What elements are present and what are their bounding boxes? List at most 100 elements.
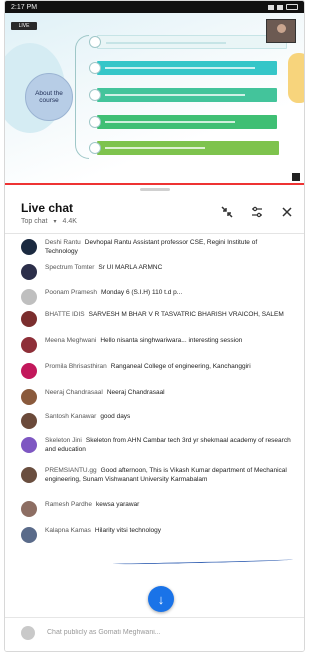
avatar[interactable] xyxy=(21,413,37,429)
avatar[interactable] xyxy=(21,363,37,379)
chat-message[interactable]: Santosh Kanawar good days xyxy=(21,413,291,429)
slide-bullet xyxy=(89,62,101,74)
chat-message-body: Santosh Kanawar good days xyxy=(45,413,291,422)
chat-message-text: Monday 6 (S.I.H) 110 t.d p... xyxy=(101,289,183,296)
fullscreen-icon[interactable] xyxy=(292,173,300,181)
chat-author[interactable]: Skeleton Jini xyxy=(45,437,82,444)
chat-message[interactable]: Poonam Pramesh Monday 6 (S.I.H) 110 t.d p… xyxy=(21,289,291,305)
chat-message-body: PREMSIANTU.gg Good afternoon, This is Vik… xyxy=(45,467,291,485)
video-player[interactable]: About the course LIVE xyxy=(5,13,304,185)
slide-bullet xyxy=(89,89,101,101)
close-icon[interactable] xyxy=(280,205,294,219)
chat-message-text: SARVESH M BHAR V R TASVATRIC BHARISH VRA… xyxy=(88,311,284,318)
avatar[interactable] xyxy=(21,527,37,543)
slide-connector xyxy=(75,35,89,159)
chat-title: Live chat xyxy=(21,201,74,215)
chat-message[interactable]: BHATTE IDIS SARVESH M BHAR V R TASVATRIC … xyxy=(21,311,291,327)
live-chat-panel: Live chat Top chat ▾ 4.4K Deshi Rantu Dev… xyxy=(5,185,304,651)
avatar[interactable] xyxy=(21,264,37,280)
avatar[interactable] xyxy=(21,239,37,255)
chat-author[interactable]: PREMSIANTU.gg xyxy=(45,467,97,474)
chat-author[interactable]: Promila Bhrisasthiran xyxy=(45,363,107,370)
chat-message-body: Skeleton Jini Skeleton from AHN Cambar te… xyxy=(45,437,291,455)
chat-message-text: Neeraj Chandrasaal xyxy=(106,389,165,396)
chat-message-body: Meena Meghwani Hello nisanta singhwariwar… xyxy=(45,337,291,346)
chat-author[interactable]: Poonam Pramesh xyxy=(45,289,97,296)
viewer-count: 4.4K xyxy=(62,218,77,225)
presentation-slide: About the course xyxy=(5,13,304,185)
chat-author[interactable]: Meena Meghwani xyxy=(45,337,96,344)
chat-message[interactable]: Neeraj Chandrasaal Neeraj Chandrasaal xyxy=(21,389,291,405)
chat-message[interactable]: PREMSIANTU.gg Good afternoon, This is Vik… xyxy=(21,467,291,485)
slide-bar xyxy=(97,61,277,75)
avatar[interactable] xyxy=(21,437,37,453)
drag-handle[interactable] xyxy=(140,188,170,191)
chat-message-body: Poonam Pramesh Monday 6 (S.I.H) 110 t.d p… xyxy=(45,289,291,298)
chat-author[interactable]: Neeraj Chandrasaal xyxy=(45,389,103,396)
avatar[interactable] xyxy=(21,289,37,305)
chat-message-text: Sr UI MARLA ARMNC xyxy=(98,264,163,271)
chat-message[interactable]: Skeleton Jini Skeleton from AHN Cambar te… xyxy=(21,437,291,455)
chat-author[interactable]: Kalapna Kamas xyxy=(45,527,91,534)
slide-decoration xyxy=(288,53,304,103)
avatar xyxy=(21,625,35,640)
chat-message-body: Neeraj Chandrasaal Neeraj Chandrasaal xyxy=(45,389,291,398)
chat-message-text: Ranganeal College of engineering, Kancha… xyxy=(110,363,251,370)
chat-message-body: BHATTE IDIS SARVESH M BHAR V R TASVATRIC … xyxy=(45,311,291,320)
chat-message[interactable]: Ramesh Pardhe kewsa yarawar xyxy=(21,501,291,517)
chat-message-text: good days xyxy=(100,413,131,420)
chat-input[interactable] xyxy=(47,629,267,636)
chat-message-body: Promila Bhrisasthiran Ranganeal College o… xyxy=(45,363,291,372)
chat-author[interactable]: Deshi Rantu xyxy=(45,239,81,246)
live-badge: LIVE xyxy=(11,22,37,30)
slide-bar xyxy=(97,141,279,155)
slide-bullet xyxy=(89,142,101,154)
slide-bullet xyxy=(89,116,101,128)
chat-header-actions xyxy=(220,205,294,219)
chat-message[interactable]: Deshi Rantu Devhopal Rantu Assistant prof… xyxy=(21,239,291,257)
chat-message[interactable]: Kalapna Kamas Hilarity vitsi technology xyxy=(21,527,291,543)
chat-message-body: Deshi Rantu Devhopal Rantu Assistant prof… xyxy=(45,239,291,257)
avatar[interactable] xyxy=(21,311,37,327)
chat-message-text: Hello nisanta singhwariwara... interesti… xyxy=(100,337,243,344)
chat-author[interactable]: Ramesh Pardhe xyxy=(45,501,92,508)
phone-screen: 2:17 PM About the course LIVE Live chat … xyxy=(4,0,305,652)
status-time: 2:17 PM xyxy=(11,3,38,11)
chat-input-row xyxy=(5,617,304,647)
slide-heading: About the course xyxy=(25,73,73,121)
chat-message-text: Hilarity vitsi technology xyxy=(94,527,161,534)
chat-message[interactable]: Spectrum Tomter Sr UI MARLA ARMNC xyxy=(21,264,291,280)
chat-message-body: Kalapna Kamas Hilarity vitsi technology xyxy=(45,527,291,536)
slide-bar xyxy=(97,88,277,102)
presenter-webcam xyxy=(266,19,296,43)
avatar[interactable] xyxy=(21,467,37,483)
avatar[interactable] xyxy=(21,501,37,517)
signal-icon xyxy=(277,4,283,10)
slide-bar xyxy=(97,35,287,49)
avatar[interactable] xyxy=(21,389,37,405)
wifi-icon xyxy=(268,4,274,10)
chat-message-text: kewsa yarawar xyxy=(95,501,140,508)
chat-message-body: Spectrum Tomter Sr UI MARLA ARMNC xyxy=(45,264,291,273)
chat-message[interactable]: Promila Bhrisasthiran Ranganeal College o… xyxy=(21,363,291,379)
chevron-down-icon: ▾ xyxy=(53,219,57,225)
battery-icon xyxy=(286,4,298,10)
status-icons xyxy=(268,4,298,10)
chat-mode-label: Top chat xyxy=(21,218,48,225)
chat-author[interactable]: Santosh Kanawar xyxy=(45,413,96,420)
chat-mode-selector[interactable]: Top chat ▾ 4.4K xyxy=(21,218,77,225)
slide-bullet xyxy=(89,36,101,48)
filter-icon[interactable] xyxy=(250,205,264,219)
chat-author[interactable]: BHATTE IDIS xyxy=(45,311,85,318)
slide-bar xyxy=(97,115,277,129)
chat-author[interactable]: Spectrum Tomter xyxy=(45,264,94,271)
collapse-icon[interactable] xyxy=(220,205,234,219)
scroll-to-bottom-button[interactable]: ↓ xyxy=(148,586,174,612)
divider xyxy=(5,233,304,234)
chat-message[interactable]: Meena Meghwani Hello nisanta singhwariwar… xyxy=(21,337,291,353)
chat-message-body: Ramesh Pardhe kewsa yarawar xyxy=(45,501,291,510)
avatar[interactable] xyxy=(21,337,37,353)
status-bar: 2:17 PM xyxy=(5,1,304,13)
chat-message-list[interactable]: Deshi Rantu Devhopal Rantu Assistant prof… xyxy=(5,239,304,614)
arrow-down-icon: ↓ xyxy=(157,591,165,607)
